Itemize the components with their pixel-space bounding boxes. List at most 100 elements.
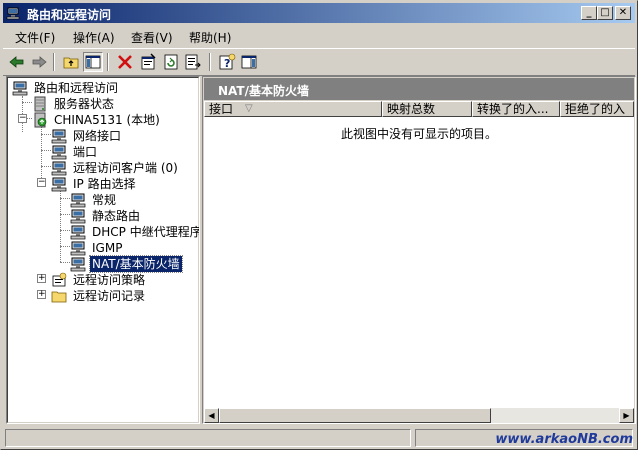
tree-item-label: IP 路由选择: [73, 177, 136, 191]
ports-icon: [51, 145, 67, 160]
routing-app-icon: [6, 7, 20, 20]
pane-header: NAT/基本防火墙: [204, 78, 634, 100]
arrow-right-icon: ▶: [623, 411, 630, 420]
delete-icon: [118, 55, 132, 69]
general-icon: [70, 193, 86, 208]
sort-arrow-icon: ▽: [245, 103, 253, 114]
list-view[interactable]: 接口 ▽ 映射总数 转换了的入... 拒绝了的入 此视图中没有可显示的项目。: [204, 101, 634, 423]
tree-item-label: 路由和远程访问: [34, 81, 119, 95]
tree-item-label: IGMP: [92, 241, 123, 255]
pane-title: NAT/基本防火墙: [218, 84, 309, 98]
column-header-total-mappings[interactable]: 映射总数: [382, 101, 472, 117]
tree-line: [41, 134, 51, 135]
tree-item-label: 静态路由: [92, 209, 141, 223]
up-button[interactable]: [61, 52, 81, 72]
column-header-inbound-rejected[interactable]: 拒绝了的入: [560, 101, 634, 117]
column-label: 映射总数: [387, 102, 436, 116]
toolbar-separator: [209, 53, 211, 71]
column-header-inbound-translated[interactable]: 转换了的入...: [472, 101, 560, 117]
tree-line: [41, 166, 51, 167]
tree-item-label: 网络接口: [73, 129, 122, 143]
console-tree[interactable]: 路由和远程访问 服务器状态 − CHINA5131 (本地) 网络接口 端口 远…: [6, 76, 200, 424]
tree-item-label: 远程访问客户端 (0): [73, 161, 178, 175]
network-interface-icon: [51, 129, 67, 144]
column-label: 接口: [209, 102, 234, 116]
delete-button[interactable]: [115, 52, 135, 72]
column-header-interface[interactable]: 接口 ▽: [204, 101, 382, 117]
toolbar: ?: [3, 48, 635, 76]
refresh-icon: [164, 54, 178, 70]
tree-item-label: 端口: [73, 145, 98, 159]
scroll-thumb[interactable]: [219, 408, 491, 423]
tree-line: [41, 150, 51, 151]
back-button[interactable]: [7, 52, 27, 72]
arrow-left-icon: ◀: [208, 411, 215, 420]
folder-icon: [51, 291, 67, 303]
tree-line: [60, 230, 70, 231]
properties-icon: [141, 53, 156, 70]
tree-line: [60, 262, 70, 263]
ip-routing-icon: [51, 177, 67, 192]
close-button[interactable]: ✕: [615, 6, 631, 20]
help-button[interactable]: ?: [217, 52, 237, 72]
empty-list-message: 此视图中没有可显示的项目。: [340, 127, 497, 141]
menu-file[interactable]: 文件(F): [15, 29, 55, 46]
menu-bar: 文件(F) 操作(A) 查看(V) 帮助(H): [3, 25, 635, 47]
show-hide-tree-button[interactable]: [83, 52, 103, 72]
tree-line: [22, 102, 32, 103]
tree-line: [60, 190, 61, 262]
tree-item-label: 远程访问记录: [73, 289, 146, 303]
status-panel: [5, 429, 411, 447]
dhcp-relay-icon: [70, 225, 86, 240]
collapse-toggle[interactable]: −: [18, 114, 27, 123]
tree-line: [60, 246, 70, 247]
export-list-icon: [185, 54, 201, 70]
app-window: 路由和远程访问 _ □ ✕ 文件(F) 操作(A) 查看(V) 帮助(H) ? …: [0, 0, 638, 450]
tree-item-label: 服务器状态: [54, 97, 115, 111]
export-list-button[interactable]: [183, 52, 203, 72]
minimize-icon: _: [586, 7, 592, 18]
nat-firewall-icon: [70, 257, 86, 272]
menu-view[interactable]: 查看(V): [131, 29, 173, 46]
collapse-toggle[interactable]: −: [37, 178, 46, 187]
tree-item-label: 远程访问策略: [73, 273, 146, 287]
routing-icon: [12, 81, 28, 96]
show-action-pane-button[interactable]: [239, 52, 259, 72]
static-routes-icon: [70, 209, 86, 224]
tree-line: [60, 198, 70, 199]
toolbar-separator: [53, 53, 55, 71]
tree-item-label: DHCP 中继代理程序: [92, 225, 200, 239]
details-pane: NAT/基本防火墙 接口 ▽ 映射总数 转换了的入... 拒绝了的入 此视图中没…: [202, 76, 636, 424]
forward-button[interactable]: [29, 52, 49, 72]
maximize-button[interactable]: □: [597, 6, 613, 20]
tree-line: [60, 214, 70, 215]
watermark-text: www.arkaoNB.com: [495, 432, 633, 447]
tree-item-label: 常规: [92, 193, 117, 207]
remote-clients-icon: [51, 161, 67, 176]
tree-item-label: CHINA5131 (本地): [54, 113, 160, 127]
expand-toggle[interactable]: +: [37, 290, 46, 299]
scroll-right-button[interactable]: ▶: [619, 408, 634, 423]
column-label: 拒绝了的入: [565, 102, 626, 116]
scroll-left-button[interactable]: ◀: [204, 408, 219, 423]
title-bar[interactable]: 路由和远程访问 _ □ ✕: [3, 3, 635, 23]
up-icon: [63, 57, 79, 69]
column-label: 转换了的入...: [477, 102, 549, 116]
horizontal-scrollbar[interactable]: ◀ ▶: [204, 408, 634, 423]
show-action-pane-icon: [241, 55, 257, 69]
menu-help[interactable]: 帮助(H): [189, 29, 231, 46]
menu-action[interactable]: 操作(A): [73, 29, 115, 46]
maximize-icon: □: [600, 7, 610, 18]
expand-toggle[interactable]: +: [37, 274, 46, 283]
server-status-icon: [34, 96, 46, 112]
tree-item-label: NAT/基本防火墙: [89, 255, 183, 273]
forward-icon: [32, 56, 47, 68]
show-hide-tree-icon: [85, 55, 101, 69]
properties-button[interactable]: [139, 52, 159, 72]
policy-icon: [52, 272, 67, 287]
server-icon: [34, 112, 47, 128]
refresh-button[interactable]: [161, 52, 181, 72]
minimize-button[interactable]: _: [581, 6, 597, 20]
igmp-icon: [70, 241, 86, 256]
toolbar-separator: [107, 53, 109, 71]
